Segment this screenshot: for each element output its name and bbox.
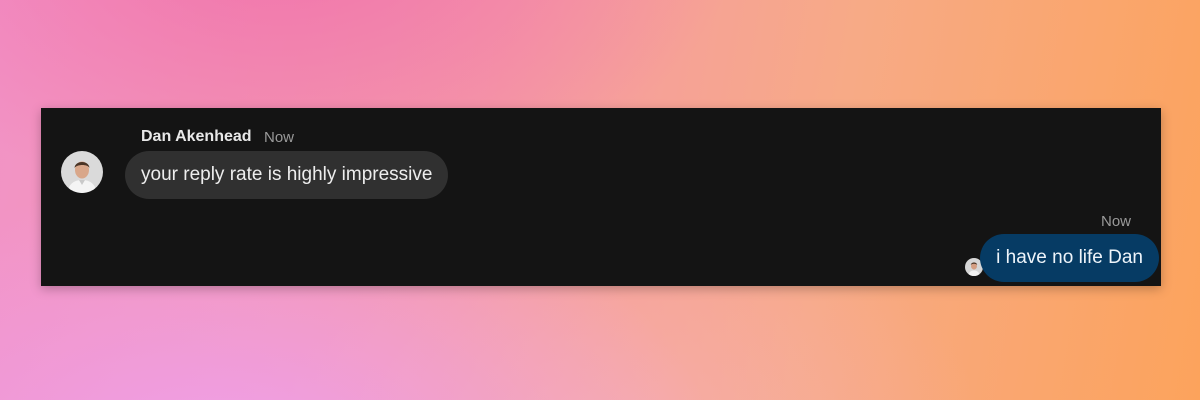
chat-panel: Dan Akenhead Now your reply rate is high…: [41, 108, 1161, 286]
incoming-message-bubble[interactable]: your reply rate is highly impressive: [125, 151, 449, 199]
sender-name: Dan Akenhead: [141, 128, 252, 145]
outgoing-message-bubble[interactable]: i have no life Dan: [980, 234, 1159, 282]
outgoing-timestamp: Now: [1100, 213, 1131, 230]
sender-avatar-icon[interactable]: [61, 151, 103, 193]
incoming-timestamp: Now: [264, 129, 295, 146]
